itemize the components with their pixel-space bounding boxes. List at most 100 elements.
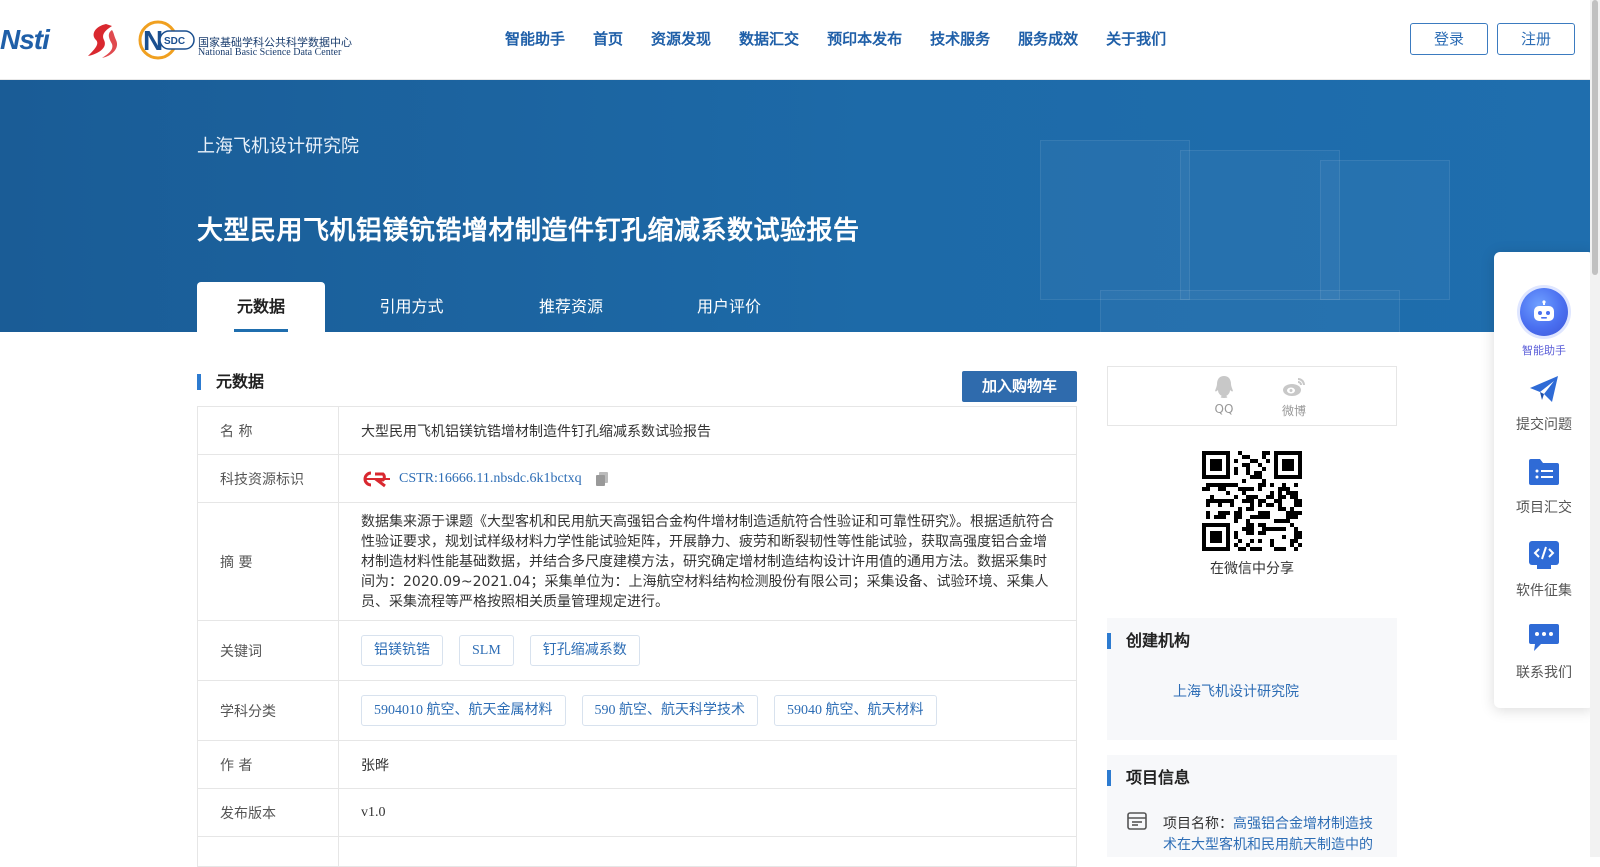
main-nav: 智能助手 首页 资源发现 数据汇交 预印本发布 技术服务 服务成效 关于我们 bbox=[505, 28, 1194, 49]
cstr-badge-icon bbox=[363, 471, 390, 487]
project-name-link[interactable]: 高强铝合金增材制造技 bbox=[1233, 816, 1373, 832]
tab-citation[interactable]: 引用方式 bbox=[325, 282, 498, 332]
float-submit-question[interactable]: 提交问题 bbox=[1494, 372, 1594, 434]
nav-preprint[interactable]: 预印本发布 bbox=[827, 28, 902, 49]
top-header: Nsti N SDC 国家基础学科公共科学数据中心 National Basic… bbox=[0, 0, 1600, 80]
metadata-table: 名 称 大型民用飞机铝镁钪锆增材制造件钉孔缩减系数试验报告 科技资源标识 CST… bbox=[197, 406, 1077, 867]
code-icon bbox=[1529, 541, 1559, 569]
wechat-share-caption: 在微信中分享 bbox=[1210, 561, 1294, 577]
dataset-banner: 上海飞机设计研究院 大型民用飞机铝镁钪锆增材制造件钉孔缩减系数试验报告 元数据 … bbox=[0, 80, 1600, 332]
table-row: 作 者 张晔 bbox=[198, 741, 1076, 789]
qq-label: QQ bbox=[1214, 402, 1234, 416]
author-value: 张晔 bbox=[361, 757, 389, 774]
share-box: QQ 微博 bbox=[1107, 366, 1397, 426]
name-value: 大型民用飞机铝镁钪锆增材制造件钉孔缩减系数试验报告 bbox=[361, 423, 711, 440]
nsti-logo[interactable]: Nsti bbox=[0, 24, 50, 56]
table-row: 科技资源标识 CSTR:16666.11.nbsdc.6k1bctxq bbox=[198, 455, 1076, 503]
project-card-icon bbox=[1127, 812, 1147, 830]
qq-icon bbox=[1215, 376, 1233, 398]
register-button[interactable]: 注册 bbox=[1497, 23, 1575, 55]
author-label: 作 者 bbox=[198, 741, 339, 788]
chat-bubble-icon bbox=[1529, 624, 1559, 651]
banner-decoration bbox=[1040, 140, 1190, 300]
detail-tabs: 元数据 引用方式 推荐资源 用户评价 bbox=[197, 282, 814, 332]
paper-plane-icon bbox=[1530, 376, 1558, 402]
project-name-label: 项目名称： bbox=[1163, 816, 1233, 832]
project-name: 项目名称：高强铝合金增材制造技 术在大型客机和民用航天制造中的 bbox=[1163, 814, 1383, 856]
subject-tag[interactable]: 590 航空、航天科学技术 bbox=[581, 695, 758, 726]
row-value bbox=[339, 837, 1076, 866]
page-scrollbar-thumb[interactable] bbox=[1592, 0, 1598, 275]
table-row: 发布版本 v1.0 bbox=[198, 789, 1076, 837]
table-row: 摘 要 数据集来源于课题《大型客机和民用航天高强铝合金构件增材制造适航符合性验证… bbox=[198, 503, 1076, 621]
red-s-logo-icon[interactable] bbox=[82, 20, 122, 60]
table-row: 关键词 铝镁钪锆 SLM 钉孔缩减系数 bbox=[198, 621, 1076, 681]
float-project-label: 项目汇交 bbox=[1516, 500, 1572, 516]
identifier-label: 科技资源标识 bbox=[198, 455, 339, 502]
subject-label: 学科分类 bbox=[198, 681, 339, 740]
float-software-label: 软件征集 bbox=[1516, 583, 1572, 599]
abstract-value: 数据集来源于课题《大型客机和民用航天高强铝合金构件增材制造适航符合性验证和可靠性… bbox=[361, 513, 1054, 610]
metadata-section-title: 元数据 bbox=[197, 374, 264, 390]
cstr-identifier-link[interactable]: CSTR:16666.11.nbsdc.6k1bctxq bbox=[399, 471, 582, 487]
weibo-icon bbox=[1283, 378, 1305, 396]
identifier-cell: CSTR:16666.11.nbsdc.6k1bctxq bbox=[339, 455, 1076, 502]
banner-organization[interactable]: 上海飞机设计研究院 bbox=[197, 132, 359, 158]
share-qq-button[interactable]: QQ bbox=[1204, 375, 1244, 416]
page-title: 大型民用飞机铝镁钪锆增材制造件钉孔缩减系数试验报告 bbox=[197, 216, 860, 246]
nav-data-submission[interactable]: 数据汇交 bbox=[739, 28, 799, 49]
banner-decoration bbox=[1180, 150, 1340, 300]
float-contact-label: 联系我们 bbox=[1516, 665, 1572, 681]
float-project-submit[interactable]: 项目汇交 bbox=[1494, 455, 1594, 517]
keyword-tag[interactable]: 铝镁钪锆 bbox=[361, 635, 443, 666]
creator-org-link[interactable]: 上海飞机设计研究院 bbox=[1173, 681, 1299, 701]
copy-icon[interactable] bbox=[594, 471, 610, 487]
login-button[interactable]: 登录 bbox=[1410, 23, 1488, 55]
nav-tech-service[interactable]: 技术服务 bbox=[930, 28, 990, 49]
keyword-tag[interactable]: SLM bbox=[459, 635, 514, 666]
nav-home[interactable]: 首页 bbox=[593, 28, 623, 49]
float-contact-us[interactable]: 联系我们 bbox=[1494, 620, 1594, 682]
add-to-cart-button[interactable]: 加入购物车 bbox=[962, 371, 1077, 402]
nav-resource-discovery[interactable]: 资源发现 bbox=[651, 28, 711, 49]
version-label: 发布版本 bbox=[198, 789, 339, 836]
tab-user-reviews[interactable]: 用户评价 bbox=[644, 282, 814, 332]
share-weibo-button[interactable]: 微博 bbox=[1274, 375, 1314, 419]
creator-title: 创建机构 bbox=[1107, 633, 1190, 649]
project-title: 项目信息 bbox=[1107, 770, 1190, 786]
banner-decoration bbox=[1100, 290, 1400, 332]
creator-card: 创建机构 上海飞机设计研究院 bbox=[1107, 618, 1397, 740]
float-software-collect[interactable]: 软件征集 bbox=[1494, 538, 1594, 600]
tab-recommended[interactable]: 推荐资源 bbox=[498, 282, 644, 332]
float-ai-label: 智能助手 bbox=[1522, 344, 1566, 357]
version-value: v1.0 bbox=[361, 804, 386, 820]
row-label bbox=[198, 837, 339, 866]
nsdc-mark-icon: N SDC bbox=[138, 20, 195, 60]
table-row bbox=[198, 837, 1076, 867]
weibo-label: 微博 bbox=[1281, 404, 1306, 418]
keywords-cell: 铝镁钪锆 SLM 钉孔缩减系数 bbox=[339, 621, 1076, 680]
nav-service-results[interactable]: 服务成效 bbox=[1018, 28, 1078, 49]
subject-tag[interactable]: 5904010 航空、航天金属材料 bbox=[361, 695, 566, 726]
nsdc-logo-en: National Basic Science Data Center bbox=[198, 47, 342, 58]
float-ai-assistant[interactable]: 智能助手 bbox=[1494, 288, 1594, 358]
keyword-tag[interactable]: 钉孔缩减系数 bbox=[529, 635, 640, 666]
wechat-qr-code bbox=[1202, 451, 1302, 551]
float-submit-label: 提交问题 bbox=[1516, 417, 1572, 433]
subjects-cell: 5904010 航空、航天金属材料 590 航空、航天科学技术 59040 航空… bbox=[339, 681, 1076, 740]
nav-about[interactable]: 关于我们 bbox=[1106, 28, 1166, 49]
subject-tag[interactable]: 59040 航空、航天材料 bbox=[774, 695, 937, 726]
table-row: 学科分类 5904010 航空、航天金属材料 590 航空、航天科学技术 590… bbox=[198, 681, 1076, 741]
nsdc-logo[interactable]: N SDC 国家基础学科公共科学数据中心 National Basic Scie… bbox=[136, 20, 356, 60]
svg-text:SDC: SDC bbox=[164, 36, 185, 47]
abstract-label: 摘 要 bbox=[198, 503, 339, 620]
keywords-label: 关键词 bbox=[198, 621, 339, 680]
name-label: 名 称 bbox=[198, 407, 339, 454]
folder-list-icon bbox=[1529, 459, 1559, 485]
project-name-link-cont[interactable]: 术在大型客机和民用航天制造中的 bbox=[1163, 837, 1373, 853]
project-card: 项目信息 项目名称：高强铝合金增材制造技 术在大型客机和民用航天制造中的 bbox=[1107, 755, 1397, 857]
nav-ai-assistant[interactable]: 智能助手 bbox=[505, 28, 565, 49]
tab-metadata[interactable]: 元数据 bbox=[197, 282, 325, 332]
floating-side-panel: 智能助手 提交问题 项目汇交 软件征集 联系我们 bbox=[1494, 252, 1594, 708]
table-row: 名 称 大型民用飞机铝镁钪锆增材制造件钉孔缩减系数试验报告 bbox=[198, 407, 1076, 455]
